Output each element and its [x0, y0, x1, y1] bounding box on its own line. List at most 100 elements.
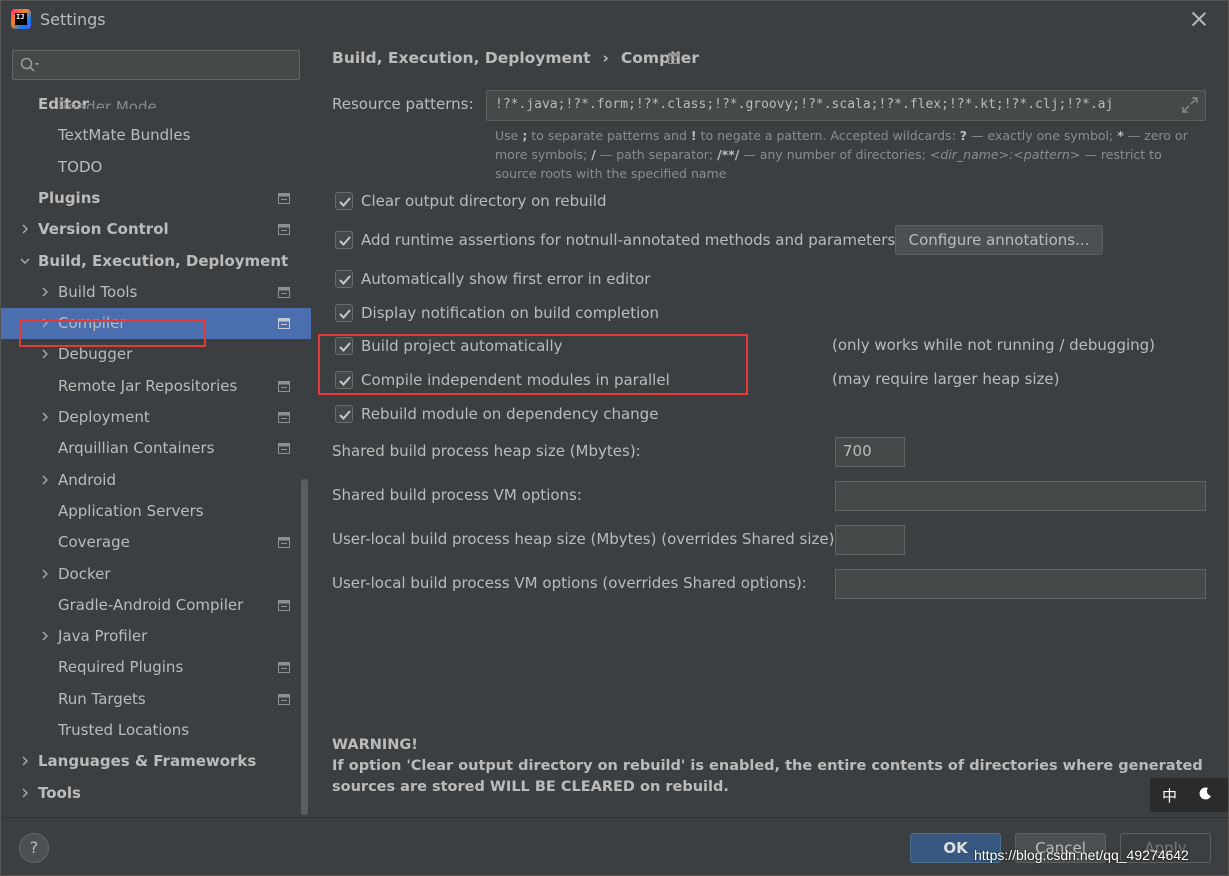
local-heap-label: User-local build process heap size (Mbyt… — [332, 530, 840, 548]
sidebar-item-tools[interactable]: Tools — [1, 778, 311, 809]
sidebar-item-java-profiler[interactable]: Java Profiler — [1, 621, 311, 652]
sidebar-item-label: Build Tools — [58, 282, 138, 301]
settings-search[interactable] — [12, 50, 300, 80]
sidebar-item-run-targets[interactable]: Run Targets — [1, 684, 311, 715]
sidebar-item-trusted-locations[interactable]: Trusted Locations — [1, 715, 311, 746]
show-first-error-label: Automatically show first error in editor — [361, 270, 651, 288]
sidebar-item-label: TODO — [58, 157, 103, 176]
breadcrumb-current: Compiler — [620, 49, 699, 67]
title-bar: IJ Settings — [1, 1, 1228, 37]
shared-vm-options-label: Shared build process VM options: — [332, 486, 582, 504]
sidebar-item-todo[interactable]: TODO — [1, 152, 311, 183]
breadcrumb-separator: › — [602, 49, 609, 67]
search-input[interactable] — [45, 55, 295, 75]
runtime-assertions-checkbox[interactable] — [335, 231, 353, 249]
sidebar-item-gradle-android-compiler[interactable]: Gradle-Android Compiler — [1, 590, 311, 621]
chevron-right-icon[interactable] — [20, 756, 30, 766]
sidebar-item-required-plugins[interactable]: Required Plugins — [1, 652, 311, 683]
sidebar-item-build-execution-deployment[interactable]: Build, Execution, Deployment — [1, 246, 311, 277]
search-icon — [20, 57, 39, 72]
settings-sidebar: Editor TextMate Bundles TODO Plugins Version… — [1, 37, 311, 817]
breadcrumb: Build, Execution, Deployment › Compiler — [332, 49, 699, 67]
local-vm-options-input[interactable] — [835, 569, 1206, 599]
shared-vm-options-input[interactable] — [835, 481, 1206, 511]
show-first-error-checkbox[interactable] — [335, 270, 353, 288]
chevron-right-icon[interactable] — [40, 287, 50, 297]
sidebar-item-languages-frameworks[interactable]: Languages & Frameworks — [1, 746, 311, 777]
project-settings-icon — [278, 380, 290, 392]
chevron-right-icon[interactable] — [40, 569, 50, 579]
resource-patterns-label: Resource patterns: — [332, 95, 474, 113]
sidebar-scrollbar[interactable] — [301, 479, 308, 815]
sidebar-item-version-control[interactable]: Version Control — [1, 214, 311, 245]
moon-icon[interactable] — [1198, 787, 1212, 801]
settings-tree: Editor TextMate Bundles TODO Plugins Version… — [1, 89, 311, 815]
sidebar-item-label: Coverage — [58, 533, 130, 552]
rebuild-on-dependency-checkbox[interactable] — [335, 405, 353, 423]
highlight-box-compiler — [19, 320, 206, 347]
build-automatically-note: (only works while not running / debuggin… — [832, 336, 1156, 354]
chevron-right-icon[interactable] — [40, 475, 50, 485]
sidebar-item-label: Tools — [38, 783, 81, 802]
resource-patterns-input[interactable]: !?*.java;!?*.form;!?*.class;!?*.groovy;!… — [486, 90, 1206, 121]
chevron-right-icon[interactable] — [40, 349, 50, 359]
compiler-settings-panel: Build, Execution, Deployment › Compiler Re… — [311, 37, 1228, 817]
sidebar-item-label: Required Plugins — [58, 658, 184, 677]
chevron-right-icon[interactable] — [40, 631, 50, 641]
chevron-right-icon[interactable] — [20, 788, 30, 798]
ime-toolbar[interactable]: 中 — [1150, 778, 1228, 812]
sidebar-item-label: Deployment — [58, 408, 150, 426]
chevron-right-icon[interactable] — [40, 412, 50, 422]
highlight-box-build-options — [318, 334, 748, 395]
shared-heap-input[interactable]: 700 — [835, 437, 905, 467]
settings-window: IJ Settings Editor TextMate Bundles TODO Pl… — [0, 0, 1229, 876]
local-vm-options-label: User-local build process VM options (ove… — [332, 574, 807, 592]
sidebar-item-label: Gradle-Android Compiler — [58, 595, 244, 614]
sidebar-item-label: Remote Jar Repositories — [58, 376, 238, 395]
clear-output-checkbox[interactable] — [335, 192, 353, 210]
project-settings-icon — [278, 443, 290, 455]
sidebar-item-label: Plugins — [38, 188, 101, 207]
help-button[interactable]: ? — [19, 833, 49, 863]
sidebar-item-label: TextMate Bundles — [58, 126, 191, 145]
sidebar-item-android[interactable]: Android — [1, 465, 311, 496]
sidebar-item-label: Build, Execution, Deployment — [38, 251, 289, 270]
close-icon[interactable] — [1189, 9, 1209, 29]
sidebar-item-application-servers[interactable]: Application Servers — [1, 496, 311, 527]
window-title: Settings — [40, 10, 106, 29]
sidebar-item-docker[interactable]: Docker — [1, 559, 311, 590]
project-settings-icon — [278, 192, 290, 204]
warning-text: If option 'Clear output directory on reb… — [332, 758, 1203, 795]
project-settings-icon — [278, 318, 290, 330]
resource-patterns-hint: Use ; to separate patterns and ! to nega… — [495, 128, 1188, 181]
project-settings-icon — [668, 53, 680, 64]
sidebar-item-textmate-bundles[interactable]: TextMate Bundles — [1, 120, 311, 151]
breadcrumb-parent[interactable]: Build, Execution, Deployment — [332, 49, 591, 67]
chevron-down-icon[interactable] — [20, 256, 30, 266]
sidebar-item-coverage[interactable]: Coverage — [1, 527, 311, 558]
sidebar-item-plugins[interactable]: Plugins — [1, 183, 311, 214]
project-settings-icon — [278, 662, 290, 674]
sidebar-item-label: Run Targets — [58, 689, 146, 708]
sidebar-item-arquillian-containers[interactable]: Arquillian Containers — [1, 433, 311, 464]
local-heap-input[interactable] — [835, 525, 905, 555]
watermark-url: https://blog.csdn.net/qq_49274642 — [974, 847, 1189, 863]
warning-message: WARNING! If option 'Clear output directo… — [332, 735, 1212, 798]
project-settings-icon — [278, 224, 290, 236]
sidebar-item-label: Docker — [58, 564, 111, 583]
ime-language-indicator[interactable]: 中 — [1162, 785, 1177, 806]
runtime-assertions-label: Add runtime assertions for notnull-annot… — [361, 231, 896, 249]
sidebar-item-label: Java Profiler — [58, 627, 148, 646]
sidebar-item-label: Application Servers — [58, 501, 204, 520]
configure-annotations-button[interactable]: Configure annotations... — [895, 225, 1103, 255]
project-settings-icon — [278, 286, 290, 298]
sidebar-item-label: Languages & Frameworks — [38, 752, 257, 771]
project-settings-icon — [278, 412, 290, 423]
intellij-logo-icon: IJ — [11, 9, 31, 29]
expand-icon[interactable] — [1181, 96, 1199, 114]
sidebar-item-build-tools[interactable]: Build Tools — [1, 277, 311, 308]
sidebar-item-remote-jar-repositories[interactable]: Remote Jar Repositories — [1, 371, 311, 402]
display-notification-checkbox[interactable] — [335, 304, 353, 322]
chevron-right-icon[interactable] — [20, 224, 30, 234]
sidebar-item-deployment[interactable]: Deployment — [1, 402, 311, 433]
